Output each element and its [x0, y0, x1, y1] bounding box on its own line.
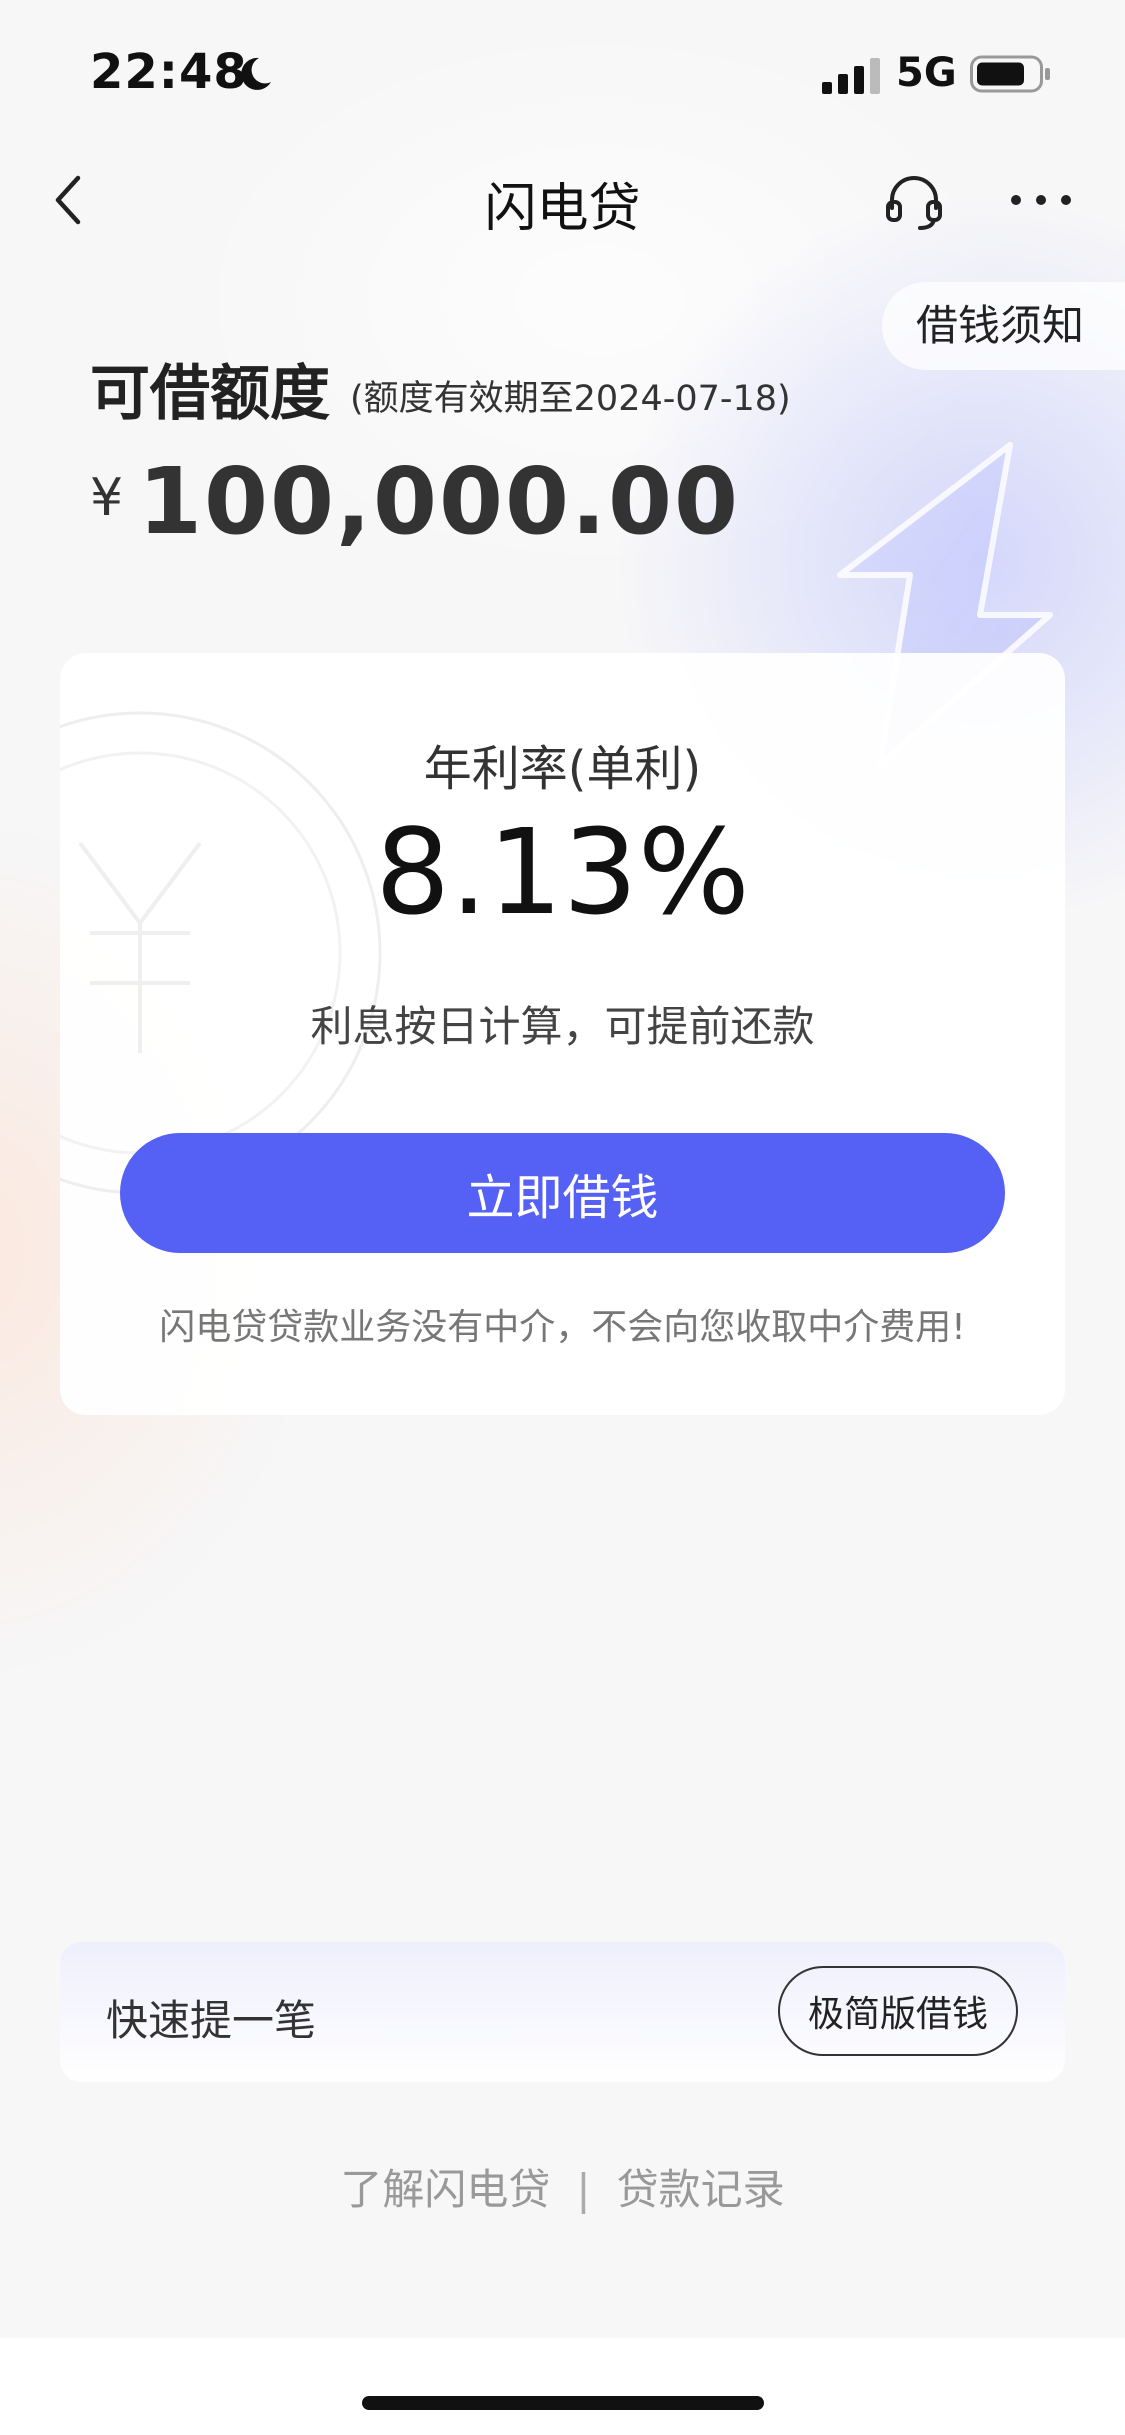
footer-links: 了解闪电贷 | 贷款记录 [0, 2156, 1125, 2217]
limit-expiry: (额度有效期至2024-07-18) [350, 379, 791, 419]
rate-card: 年利率(单利) 8.13% 利息按日计算，可提前还款 立即借钱 闪电贷贷款业务没… [60, 653, 1065, 1415]
limit-label: 可借额度 [90, 359, 330, 429]
home-indicator[interactable] [362, 2396, 764, 2410]
interest-note: 利息按日计算，可提前还款 [310, 1002, 815, 1051]
borrowing-notice-button[interactable]: 借钱须知 [882, 282, 1125, 370]
bottom-safe-area [0, 2338, 1125, 2435]
simple-borrow-button[interactable]: 极简版借钱 [778, 1966, 1018, 2056]
battery-icon [970, 55, 1050, 93]
more-dots-icon[interactable] [1010, 190, 1072, 210]
moon-icon [241, 57, 271, 90]
network-type: 5G [896, 50, 957, 96]
loan-records-link[interactable]: 贷款记录 [617, 2156, 785, 2217]
quick-borrow-banner: 快速提一笔 极简版借钱 [60, 1942, 1065, 2082]
no-agent-disclaimer: 闪电贷贷款业务没有中介，不会向您收取中介费用! [159, 1307, 966, 1348]
status-time: 22:48 [90, 44, 248, 100]
limit-amount: 100,000.00 [138, 448, 741, 555]
link-separator: | [576, 2165, 591, 2214]
currency-symbol: ¥ [90, 468, 124, 528]
status-bar: 22:48 5G [0, 0, 1125, 150]
cellular-signal-icon [822, 58, 880, 94]
quick-borrow-label: 快速提一笔 [106, 1996, 317, 2045]
headset-icon[interactable] [884, 172, 944, 232]
annual-rate-value: 8.13% [375, 803, 750, 941]
annual-rate-label: 年利率(单利) [423, 741, 702, 797]
about-link[interactable]: 了解闪电贷 [340, 2156, 550, 2217]
borrow-now-button[interactable]: 立即借钱 [120, 1133, 1005, 1253]
page-title: 闪电贷 [484, 179, 641, 239]
